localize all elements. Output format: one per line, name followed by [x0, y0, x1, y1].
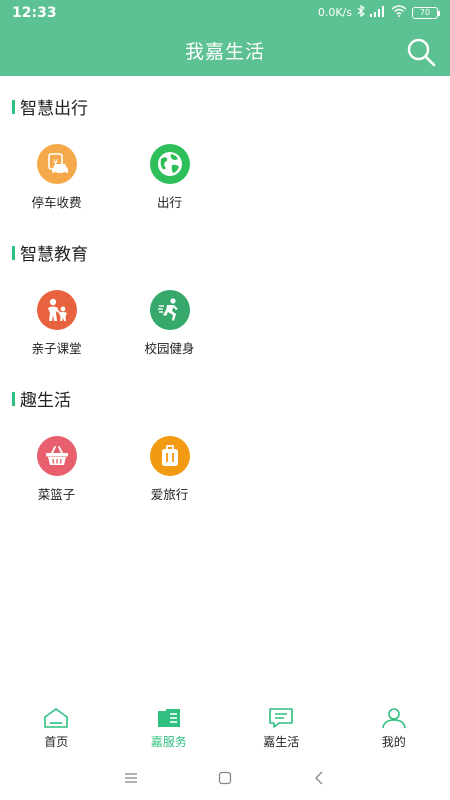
service-label: 亲子课堂 — [31, 341, 82, 356]
service-vegetable-basket[interactable]: 菜篮子 — [0, 436, 113, 503]
section-accent-bar — [12, 99, 15, 114]
chat-icon — [267, 706, 295, 730]
page-title: 我嘉生活 — [184, 41, 265, 63]
menu-button[interactable] — [119, 766, 143, 790]
nav-me[interactable]: 我的 — [338, 700, 450, 756]
section-header: 智慧教育 — [12, 240, 88, 265]
section-title: 智慧出行 — [20, 99, 88, 119]
luggage-icon — [149, 436, 190, 476]
bluetooth-icon — [357, 4, 365, 20]
basket-icon — [36, 436, 77, 476]
home-system-button[interactable] — [213, 766, 237, 790]
service-sections: 智慧出行 ¥ 停车收费 出行 智慧教育 亲子课堂 校园健身 趣生活 菜篮子 爱旅… — [0, 76, 450, 514]
service-label: 菜篮子 — [37, 487, 76, 502]
menu-icon — [125, 773, 137, 783]
bottom-nav: 首页 嘉服务 嘉生活 我的 — [0, 700, 450, 756]
service-label: 爱旅行 — [150, 487, 189, 502]
service-label: 出行 — [156, 195, 182, 210]
service-parent-child-class[interactable]: 亲子课堂 — [0, 290, 113, 357]
status-bar: 12:33 0.0K/s 70 — [0, 0, 450, 25]
nav-label: 嘉生活 — [263, 735, 300, 749]
section-smart-travel: 智慧出行 ¥ 停车收费 出行 — [0, 76, 450, 222]
service-campus-fitness[interactable]: 校园健身 — [113, 290, 226, 357]
section-accent-bar — [12, 245, 15, 260]
nav-label: 嘉服务 — [150, 735, 187, 749]
service-parking-fee[interactable]: ¥ 停车收费 — [0, 144, 113, 211]
runner-icon — [149, 290, 190, 330]
nav-label: 我的 — [381, 735, 406, 749]
status-time: 12:33 — [12, 4, 57, 21]
section-smart-education: 智慧教育 亲子课堂 校园健身 — [0, 222, 450, 368]
signal-icon — [370, 5, 386, 20]
app-header: 我嘉生活 — [0, 25, 450, 76]
nav-label: 首页 — [44, 735, 69, 749]
section-header: 趣生活 — [12, 386, 71, 411]
battery-level: 70 — [419, 8, 431, 17]
service-label: 停车收费 — [31, 195, 82, 210]
user-icon — [380, 706, 408, 730]
parent-child-icon — [36, 290, 77, 330]
battery-icon: 70 — [412, 6, 440, 19]
section-header: 智慧出行 — [12, 94, 88, 119]
service-love-travel[interactable]: 爱旅行 — [113, 436, 226, 503]
nav-services[interactable]: 嘉服务 — [113, 700, 226, 756]
wifi-icon — [391, 5, 407, 20]
globe-icon — [149, 144, 190, 184]
service-grid: 菜篮子 爱旅行 — [0, 436, 450, 503]
service-travel[interactable]: 出行 — [113, 144, 226, 211]
section-title: 智慧教育 — [20, 245, 88, 265]
system-nav-bar — [0, 756, 450, 800]
section-title: 趣生活 — [20, 391, 71, 411]
nav-life[interactable]: 嘉生活 — [225, 700, 338, 756]
status-icons: 0.0K/s 70 — [317, 4, 440, 20]
search-icon — [407, 38, 436, 67]
home-icon — [42, 706, 70, 730]
nav-home[interactable]: 首页 — [0, 700, 113, 756]
service-grid: 亲子课堂 校园健身 — [0, 290, 450, 357]
section-fun-life: 趣生活 菜篮子 爱旅行 — [0, 368, 450, 514]
services-icon — [155, 706, 183, 730]
service-grid: ¥ 停车收费 出行 — [0, 144, 450, 211]
service-label: 校园健身 — [144, 341, 195, 356]
search-button[interactable] — [406, 37, 436, 67]
square-icon — [218, 771, 232, 785]
back-button[interactable] — [307, 766, 331, 790]
back-icon — [315, 771, 323, 785]
section-accent-bar — [12, 391, 15, 406]
network-speed: 0.0K/s — [317, 6, 352, 19]
parking-fee-icon: ¥ — [36, 144, 77, 184]
